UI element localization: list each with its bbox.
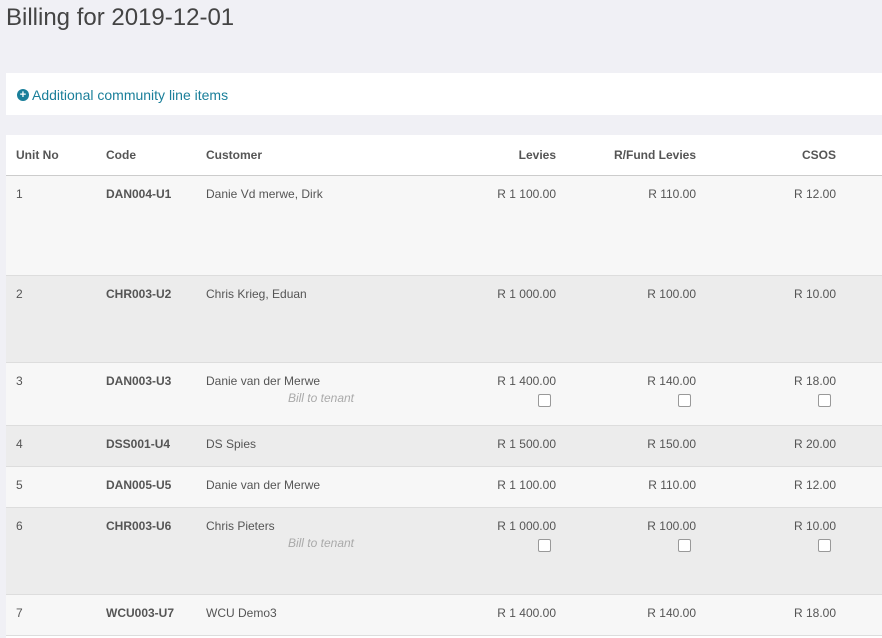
row-spacer: [836, 175, 882, 276]
rfund-value: R 110.00: [648, 187, 696, 201]
billing-table: Unit No Code Customer Levies R/Fund Levi…: [6, 135, 882, 636]
unit-code: WCU003-U7: [106, 606, 175, 620]
table-row: 2 CHR003-U2 Chris Krieg, Eduan R 1 000.0…: [6, 275, 882, 363]
unit-code: CHR003-U2: [106, 287, 172, 301]
rfund-value: R 140.00: [647, 374, 696, 388]
levies-value: R 1 000.00: [497, 519, 556, 533]
rfund-value: R 140.00: [647, 606, 696, 620]
levies-value: R 1 100.00: [497, 187, 556, 201]
csos-bill-tenant-checkbox[interactable]: [818, 394, 831, 407]
unit-code: DSS001-U4: [106, 437, 171, 451]
customer-name: Danie van der Merwe: [206, 374, 321, 388]
levies-value: R 1 400.00: [497, 606, 556, 620]
csos-value: R 10.00: [793, 519, 836, 533]
header-spacer: [836, 135, 882, 176]
row-spacer: [836, 466, 882, 508]
customer-name: Chris Krieg, Eduan: [206, 287, 307, 301]
unit-no: 2: [16, 287, 23, 301]
rfund-value: R 100.00: [647, 287, 696, 301]
rfund-value: R 110.00: [648, 478, 696, 492]
customer-name: WCU Demo3: [206, 606, 277, 620]
customer-name: Danie van der Merwe: [206, 478, 321, 492]
csos-value: R 18.00: [793, 606, 836, 620]
header-csos[interactable]: CSOS: [696, 135, 836, 176]
csos-value: R 20.00: [793, 437, 836, 451]
customer-name: Danie Vd merwe, Dirk: [206, 187, 323, 201]
levies-value: R 1 000.00: [497, 287, 556, 301]
plus-circle-icon: +: [17, 89, 29, 101]
row-spacer: [836, 425, 882, 467]
rfund-value: R 150.00: [647, 437, 696, 451]
unit-code: DAN004-U1: [106, 187, 172, 201]
levies-value: R 1 500.00: [497, 437, 556, 451]
table-row: 6 CHR003-U6 Chris Pieters Bill to tenant…: [6, 507, 882, 595]
table-row: 7 WCU003-U7 WCU Demo3 R 1 400.00 R 140.0…: [6, 594, 882, 636]
additional-items-label: Additional community line items: [32, 87, 229, 103]
csos-value: R 12.00: [793, 187, 836, 201]
additional-items-link[interactable]: + Additional community line items: [17, 87, 228, 103]
additional-items-panel: + Additional community line items: [6, 73, 882, 115]
customer-name: Chris Pieters: [206, 519, 275, 533]
header-levies[interactable]: Levies: [354, 135, 556, 176]
levies-bill-tenant-checkbox[interactable]: [538, 539, 551, 552]
header-code[interactable]: Code: [106, 135, 206, 176]
unit-no: 5: [16, 478, 23, 492]
header-rfund-levies[interactable]: R/Fund Levies: [556, 135, 696, 176]
unit-code: DAN003-U3: [106, 374, 172, 388]
table-row: 3 DAN003-U3 Danie van der Merwe Bill to …: [6, 362, 882, 426]
table-row: 1 DAN004-U1 Danie Vd merwe, Dirk R 1 100…: [6, 175, 882, 276]
row-spacer: [836, 594, 882, 636]
row-spacer: [836, 362, 882, 426]
unit-code: CHR003-U6: [106, 519, 172, 533]
rfund-value: R 100.00: [647, 519, 696, 533]
unit-no: 7: [16, 606, 23, 620]
table-row: 4 DSS001-U4 DS Spies R 1 500.00 R 150.00…: [6, 425, 882, 467]
csos-value: R 18.00: [793, 374, 836, 388]
page-title: Billing for 2019-12-01: [6, 4, 235, 31]
table-header-row: Unit No Code Customer Levies R/Fund Levi…: [6, 135, 882, 176]
customer-name: DS Spies: [206, 437, 257, 451]
row-spacer: [836, 275, 882, 363]
row-spacer: [836, 507, 882, 595]
header-unit-no[interactable]: Unit No: [6, 135, 106, 176]
unit-no: 4: [16, 437, 23, 451]
unit-code: DAN005-U5: [106, 478, 172, 492]
csos-value: R 10.00: [793, 287, 836, 301]
header-customer[interactable]: Customer: [206, 135, 354, 176]
unit-no: 3: [16, 374, 23, 388]
table-row: 5 DAN005-U5 Danie van der Merwe R 1 100.…: [6, 466, 882, 508]
bill-to-tenant-label: Bill to tenant: [287, 536, 354, 550]
unit-no: 1: [16, 187, 23, 201]
bill-to-tenant-label: Bill to tenant: [287, 391, 354, 405]
rfund-bill-tenant-checkbox[interactable]: [678, 394, 691, 407]
billing-table-panel: Unit No Code Customer Levies R/Fund Levi…: [6, 135, 882, 638]
unit-no: 6: [16, 519, 23, 533]
rfund-bill-tenant-checkbox[interactable]: [678, 539, 691, 552]
csos-bill-tenant-checkbox[interactable]: [818, 539, 831, 552]
levies-bill-tenant-checkbox[interactable]: [538, 394, 551, 407]
levies-value: R 1 100.00: [497, 478, 556, 492]
csos-value: R 12.00: [793, 478, 836, 492]
levies-value: R 1 400.00: [497, 374, 556, 388]
